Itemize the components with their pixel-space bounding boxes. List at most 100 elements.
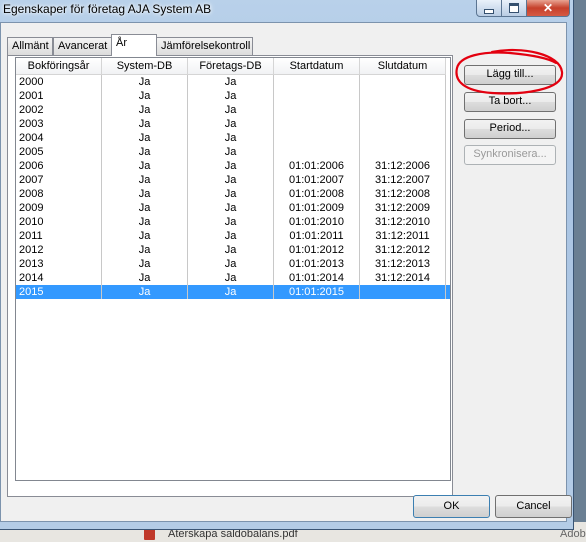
column-header-foretags-db[interactable]: Företags-DB: [188, 58, 274, 75]
cell-startdatum: 01:01:2008: [274, 187, 360, 201]
cell-system-db: Ja: [102, 75, 188, 89]
column-header-bokforingsar[interactable]: Bokföringsår: [16, 58, 102, 75]
list-row[interactable]: 2014 Ja Ja 01:01:2014 31:12:2014: [16, 271, 450, 285]
list-row[interactable]: 2007 Ja Ja 01:01:2007 31:12:2007: [16, 173, 450, 187]
list-rows: 2000 Ja Ja 2001 Ja Ja 2002 Ja Ja 2003 Ja Ja 2004 Ja Ja…: [16, 75, 450, 299]
cell-slutdatum: 31:12:2012: [360, 243, 446, 257]
cell-startdatum: [274, 117, 360, 131]
cell-system-db: Ja: [102, 103, 188, 117]
list-row[interactable]: 2003 Ja Ja: [16, 117, 450, 131]
cell-year: 2002: [16, 103, 102, 117]
cell-slutdatum: [360, 117, 446, 131]
cell-year: 2007: [16, 173, 102, 187]
cell-year: 2000: [16, 75, 102, 89]
list-row[interactable]: 2008 Ja Ja 01:01:2008 31:12:2008: [16, 187, 450, 201]
cell-foretags-db: Ja: [188, 103, 274, 117]
cell-system-db: Ja: [102, 257, 188, 271]
cell-slutdatum: 31:12:2011: [360, 229, 446, 243]
period-button[interactable]: Period...: [464, 119, 556, 139]
column-header-startdatum[interactable]: Startdatum: [274, 58, 360, 75]
cell-year: 2012: [16, 243, 102, 257]
cell-foretags-db: Ja: [188, 131, 274, 145]
cell-slutdatum: 31:12:2013: [360, 257, 446, 271]
cell-foretags-db: Ja: [188, 159, 274, 173]
cell-system-db: Ja: [102, 117, 188, 131]
maximize-button[interactable]: [502, 0, 527, 17]
list-row[interactable]: 2011 Ja Ja 01:01:2011 31:12:2011: [16, 229, 450, 243]
tab-allmant[interactable]: Allmänt: [7, 37, 53, 55]
cell-year: 2011: [16, 229, 102, 243]
cell-system-db: Ja: [102, 159, 188, 173]
minimize-icon: [484, 8, 494, 14]
cell-startdatum: 01:01:2007: [274, 173, 360, 187]
cancel-button[interactable]: Cancel: [495, 495, 572, 518]
red-annotation-circle: [455, 48, 564, 95]
cell-year: 2008: [16, 187, 102, 201]
year-list[interactable]: Bokföringsår System-DB Företags-DB Start…: [15, 57, 451, 481]
cell-slutdatum: [360, 131, 446, 145]
cell-foretags-db: Ja: [188, 229, 274, 243]
column-header-slutdatum[interactable]: Slutdatum: [360, 58, 446, 75]
list-row[interactable]: 2013 Ja Ja 01:01:2013 31:12:2013: [16, 257, 450, 271]
minimize-button[interactable]: [476, 0, 502, 17]
list-row[interactable]: 2000 Ja Ja: [16, 75, 450, 89]
list-row[interactable]: 2010 Ja Ja 01:01:2010 31:12:2010: [16, 215, 450, 229]
cell-foretags-db: Ja: [188, 257, 274, 271]
tab-label: År: [116, 37, 127, 49]
cell-startdatum: 01:01:2015: [274, 285, 360, 299]
cell-foretags-db: Ja: [188, 145, 274, 159]
cell-year: 2009: [16, 201, 102, 215]
cell-slutdatum: 31:12:2008: [360, 187, 446, 201]
list-row[interactable]: 2004 Ja Ja: [16, 131, 450, 145]
list-row[interactable]: 2002 Ja Ja: [16, 103, 450, 117]
cell-system-db: Ja: [102, 145, 188, 159]
list-row[interactable]: 2006 Ja Ja 01:01:2006 31:12:2006: [16, 159, 450, 173]
cell-foretags-db: Ja: [188, 187, 274, 201]
cell-year: 2015: [16, 285, 102, 299]
cell-system-db: Ja: [102, 285, 188, 299]
tab-label: Avancerat: [58, 40, 108, 52]
cell-slutdatum: 31:12:2009: [360, 201, 446, 215]
tab-ar[interactable]: År: [111, 34, 157, 56]
cell-system-db: Ja: [102, 229, 188, 243]
list-row[interactable]: 2015 Ja Ja 01:01:2015: [16, 285, 450, 299]
cell-startdatum: [274, 131, 360, 145]
cell-startdatum: 01:01:2014: [274, 271, 360, 285]
column-header-system-db[interactable]: System-DB: [102, 58, 188, 75]
cell-system-db: Ja: [102, 173, 188, 187]
cell-startdatum: 01:01:2010: [274, 215, 360, 229]
cell-year: 2003: [16, 117, 102, 131]
cell-system-db: Ja: [102, 215, 188, 229]
cell-slutdatum: [360, 285, 446, 299]
list-row[interactable]: 2012 Ja Ja 01:01:2012 31:12:2012: [16, 243, 450, 257]
list-row[interactable]: 2009 Ja Ja 01:01:2009 31:12:2009: [16, 201, 450, 215]
window-title: Egenskaper för företag AJA System AB: [3, 2, 212, 16]
cell-foretags-db: Ja: [188, 243, 274, 257]
list-row[interactable]: 2001 Ja Ja: [16, 89, 450, 103]
cell-foretags-db: Ja: [188, 285, 274, 299]
ok-button[interactable]: OK: [413, 495, 490, 518]
cell-startdatum: [274, 89, 360, 103]
close-button[interactable]: ✕: [527, 0, 570, 17]
dialog-client-area: Allmänt Avancerat År Jämförelsekontroll …: [0, 22, 572, 522]
cell-slutdatum: 31:12:2010: [360, 215, 446, 229]
cell-slutdatum: 31:12:2014: [360, 271, 446, 285]
cell-year: 2014: [16, 271, 102, 285]
cell-year: 2001: [16, 89, 102, 103]
tab-avancerat[interactable]: Avancerat: [53, 37, 113, 55]
title-bar[interactable]: Egenskaper för företag AJA System AB ✕: [0, 0, 574, 22]
cell-startdatum: 01:01:2012: [274, 243, 360, 257]
cell-foretags-db: Ja: [188, 75, 274, 89]
cell-startdatum: [274, 145, 360, 159]
cell-year: 2010: [16, 215, 102, 229]
tab-jamforelsekontroll[interactable]: Jämförelsekontroll: [156, 37, 253, 55]
window-controls: ✕: [476, 0, 570, 17]
cell-system-db: Ja: [102, 271, 188, 285]
cell-slutdatum: 31:12:2007: [360, 173, 446, 187]
cell-year: 2005: [16, 145, 102, 159]
list-header: Bokföringsår System-DB Företags-DB Start…: [16, 58, 450, 75]
cell-slutdatum: [360, 145, 446, 159]
cell-year: 2006: [16, 159, 102, 173]
cell-foretags-db: Ja: [188, 173, 274, 187]
list-row[interactable]: 2005 Ja Ja: [16, 145, 450, 159]
